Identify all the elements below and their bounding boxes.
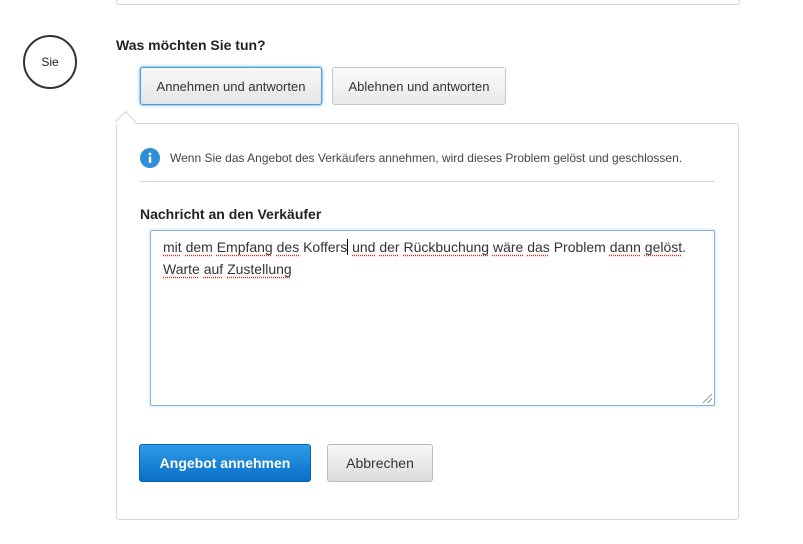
message-word: und: [352, 239, 376, 255]
message-word: mit: [163, 239, 182, 255]
message-word: Warte: [163, 261, 200, 277]
info-icon: [140, 148, 160, 168]
accept-and-reply-button[interactable]: Annehmen und antworten: [140, 67, 322, 105]
message-word: Koffers: [303, 239, 348, 255]
message-word: Zustellung: [227, 261, 292, 277]
avatar-label: Sie: [41, 55, 59, 69]
message-word: des: [276, 239, 300, 255]
cancel-button[interactable]: Abbrechen: [327, 444, 433, 482]
message-textarea[interactable]: mit dem Empfang des Koffers und der Rück…: [150, 230, 715, 406]
message-word: Empfang: [216, 239, 273, 255]
message-word: der: [379, 239, 400, 255]
message-word: das: [527, 239, 550, 255]
action-question: Was möchten Sie tun?: [116, 37, 266, 53]
message-label: Nachricht an den Verkäufer: [140, 206, 322, 222]
message-word: gelöst: [644, 239, 683, 255]
resize-handle-icon[interactable]: [703, 394, 712, 403]
avatar: Sie: [23, 35, 77, 89]
divider: [140, 181, 714, 182]
info-message: Wenn Sie das Angebot des Verkäufers anne…: [140, 148, 714, 168]
message-space: .: [682, 239, 687, 255]
message-word: dann: [609, 239, 641, 255]
message-word: wäre: [492, 239, 524, 255]
accept-offer-button[interactable]: Angebot annehmen: [139, 444, 311, 482]
message-line-1: mit dem Empfang des Koffers und der Rück…: [163, 236, 702, 258]
decline-and-reply-button[interactable]: Ablehnen und antworten: [332, 67, 506, 105]
message-word: auf: [203, 261, 224, 277]
previous-card-edge: [116, 0, 740, 5]
message-line-2: Warte auf Zustellung: [163, 258, 702, 280]
message-word: Rückbuchung: [403, 239, 490, 255]
message-word: dem: [185, 239, 213, 255]
info-text: Wenn Sie das Angebot des Verkäufers anne…: [170, 151, 683, 165]
message-space: Problem: [549, 239, 610, 255]
